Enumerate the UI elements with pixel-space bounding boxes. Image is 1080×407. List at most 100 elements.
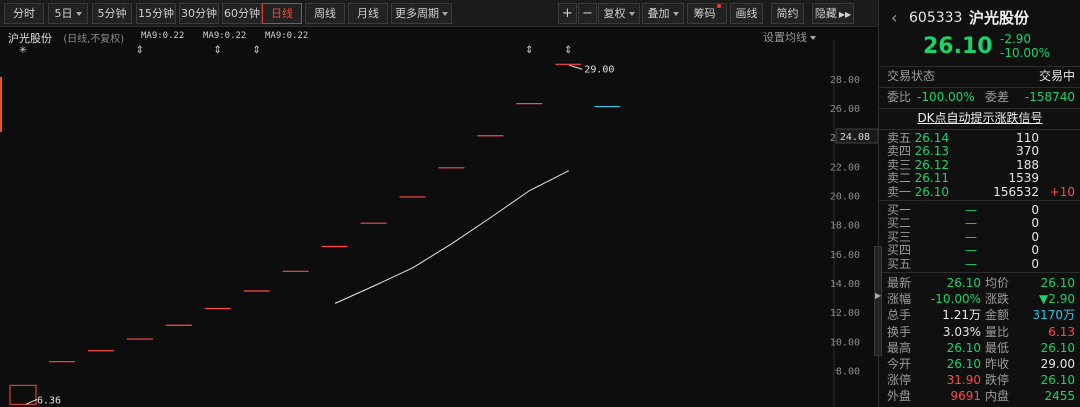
- period-tab-weekly[interactable]: 周线: [305, 3, 345, 24]
- chevron-down-icon: [442, 12, 448, 16]
- bid-volume: 0: [1031, 216, 1039, 231]
- event-marker-icon: ⇕: [564, 45, 572, 56]
- stats-row: 外盘 9691 内盘 2455: [879, 388, 1080, 405]
- ask-price: 26.11: [914, 171, 949, 186]
- stat-value: 26.10: [946, 276, 981, 290]
- ask-level-label: 卖五: [887, 131, 912, 145]
- y-tick-label: 8.00: [836, 366, 860, 377]
- stat-value: 2455: [1044, 389, 1075, 404]
- event-marker-icon: ⇕: [214, 45, 222, 56]
- stat-value: 1.21万: [942, 308, 981, 323]
- stat-value: -10.00%: [930, 292, 981, 307]
- simple-mode-button[interactable]: 简约: [771, 3, 804, 24]
- ask-price: 26.12: [914, 157, 949, 172]
- double-chevron-right-icon: ▶▶: [838, 10, 852, 19]
- stat-value: 29.00: [1040, 357, 1075, 371]
- chevron-down-icon: [628, 12, 635, 16]
- more-periods-dropdown[interactable]: 更多周期: [391, 3, 452, 24]
- period-label: 日线: [271, 7, 293, 20]
- stats-row: 换手 3.03% 量比 6.13: [879, 324, 1080, 341]
- weibi-label: 委比: [887, 90, 912, 104]
- high-label: 29.00: [584, 64, 614, 75]
- overlay-label: 叠加: [647, 7, 670, 20]
- event-marker-icon: ⇕: [253, 45, 261, 56]
- simple-mode-label: 简约: [776, 7, 799, 20]
- divider: [879, 108, 1080, 109]
- y-tick-label: 20.00: [830, 191, 860, 202]
- ask-volume-change: +10: [1049, 184, 1075, 199]
- bid-price: —: [965, 216, 977, 231]
- period-tab-monthly[interactable]: 月线: [348, 3, 388, 24]
- price-change-pct: -10.00%: [1000, 46, 1051, 60]
- period-label: 月线: [357, 7, 379, 20]
- bid-price: —: [965, 229, 977, 244]
- period-label: 5分钟: [97, 7, 127, 20]
- period-tab-5day[interactable]: 5日: [48, 3, 88, 24]
- collapse-arrow-icon[interactable]: ‹: [891, 8, 897, 28]
- book-row: 卖四 26.13 370: [879, 144, 1080, 158]
- period-label: 5日: [54, 7, 73, 20]
- divider: [879, 200, 1080, 201]
- price-change: -2.90: [1000, 32, 1032, 46]
- weibi-value: -100.00%: [917, 90, 975, 104]
- stat-label: 最新: [887, 276, 912, 290]
- stat-label: 均价: [985, 276, 1010, 290]
- bid-level-label: 买二: [887, 216, 912, 231]
- ask-volume: 1539: [1008, 171, 1039, 186]
- weibi-row: 委比 -100.00% 委差 -158740: [879, 89, 1080, 106]
- stat-value: 26.10: [1040, 340, 1075, 355]
- period-tab-30min[interactable]: 30分钟: [179, 3, 219, 24]
- divider: [879, 87, 1080, 88]
- zoom-out-button[interactable]: −: [578, 3, 597, 24]
- stat-label: 昨收: [985, 357, 1010, 371]
- ask-volume: 156532: [993, 184, 1039, 199]
- period-tab-intraday[interactable]: 分时: [4, 3, 44, 24]
- fuquan-dropdown[interactable]: 复权: [598, 3, 640, 24]
- weicha-label: 委差: [985, 90, 1010, 104]
- hide-label: 隐藏: [814, 7, 837, 20]
- bid-level-label: 买三: [887, 229, 912, 244]
- stat-value: ▼2.90: [1039, 292, 1075, 307]
- ask-level-label: 卖四: [887, 144, 912, 159]
- dk-signal-link[interactable]: DK点自动提示涨跌信号: [879, 110, 1080, 127]
- stat-label: 今开: [887, 357, 912, 371]
- stat-value: 6.13: [1048, 324, 1075, 339]
- period-tab-5min[interactable]: 5分钟: [92, 3, 132, 24]
- period-label: 30分钟: [181, 7, 217, 20]
- stat-label: 金额: [985, 308, 1010, 323]
- kline-chart[interactable]: 沪光股份 (日线,不复权) MA9:0.22 MA9:0.22 MA9:0.22…: [0, 27, 878, 407]
- period-label: 60分钟: [224, 7, 260, 20]
- period-label: 周线: [314, 7, 336, 20]
- stat-label: 跌停: [985, 373, 1010, 388]
- bid-price: —: [965, 203, 977, 217]
- stat-value: 3170万: [1032, 308, 1075, 323]
- stats-row: 最新 26.10 均价 26.10: [879, 275, 1080, 292]
- book-row: 卖一 26.10 156532 +10: [879, 185, 1080, 199]
- price-block: 26.10 -2.90 -10.00%: [879, 33, 1080, 63]
- period-tab-15min[interactable]: 15分钟: [136, 3, 176, 24]
- chip-distribution-button[interactable]: 筹码: [687, 3, 727, 24]
- stat-label: 涨跌: [985, 292, 1010, 307]
- y-tick-label: 10.00: [830, 337, 860, 348]
- stat-value: 26.10: [1040, 373, 1075, 388]
- stat-value: 9691: [950, 389, 981, 404]
- y-tick-label: 16.00: [830, 250, 860, 261]
- stats-row: 涨幅 -10.00% 涨跌 ▼2.90: [879, 291, 1080, 308]
- zoom-in-icon: +: [562, 6, 573, 21]
- bid-volume: 0: [1031, 256, 1039, 271]
- bid-volume: 0: [1031, 243, 1039, 258]
- period-tab-daily[interactable]: 日线: [262, 3, 302, 24]
- draw-line-button[interactable]: 画线: [730, 3, 763, 24]
- hide-panel-button[interactable]: 隐藏 ▶▶: [812, 3, 854, 24]
- overlay-dropdown[interactable]: 叠加: [642, 3, 684, 24]
- trade-status-value: 交易中: [1038, 69, 1075, 83]
- stat-label: 量比: [985, 324, 1010, 339]
- stats-row: 今开 26.10 昨收 29.00: [879, 356, 1080, 373]
- book-row: 买五 — 0: [879, 257, 1080, 271]
- panel-resize-handle[interactable]: ▶: [874, 246, 882, 356]
- zoom-in-button[interactable]: +: [558, 3, 577, 24]
- period-tab-60min[interactable]: 60分钟: [222, 3, 262, 24]
- divider: [879, 272, 1080, 273]
- bid-volume: 0: [1031, 229, 1039, 244]
- current-price-label: 24.08: [840, 132, 870, 143]
